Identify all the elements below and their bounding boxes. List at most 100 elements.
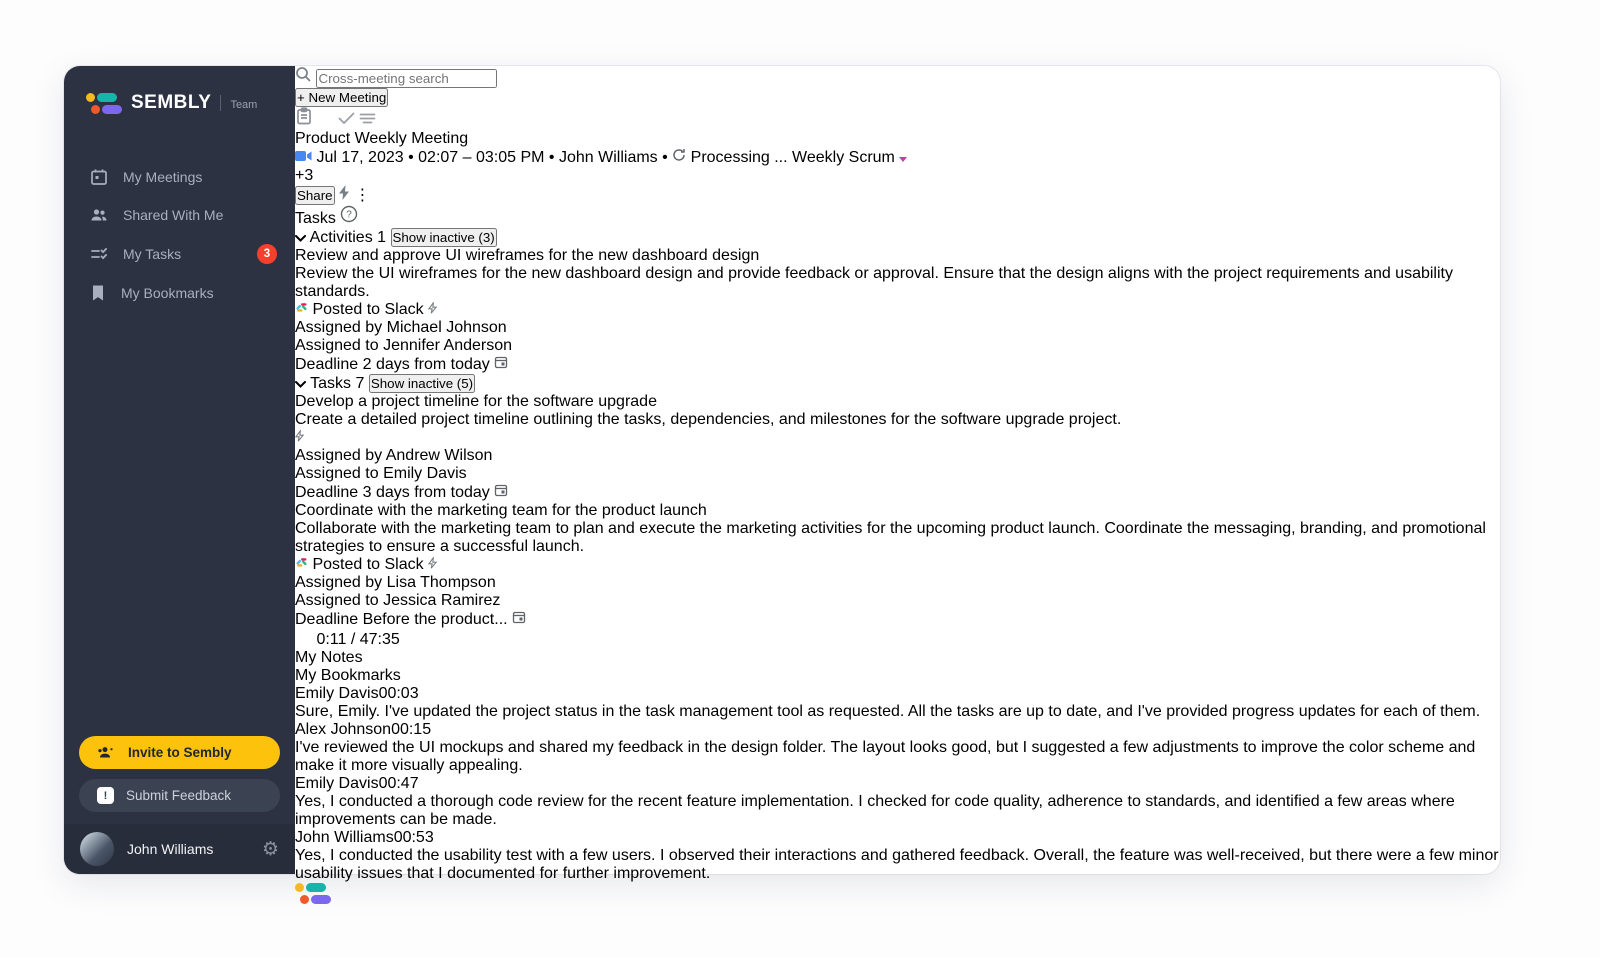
- tab-my-notes[interactable]: My Notes: [295, 649, 1500, 667]
- sidebar-item-label: My Meetings: [123, 169, 202, 185]
- topbar: + New Meeting: [295, 66, 1500, 107]
- bookmark-item[interactable]: Alex Johnson00:15 I've reviewed the UI m…: [295, 721, 1500, 775]
- notes-panel: My Notes My Bookmarks Emily Davis00:03 S…: [295, 649, 1500, 883]
- comment-text: Yes, I conducted the usability test with…: [295, 847, 1500, 883]
- bookmark-item[interactable]: Emily Davis00:03 Sure, Emily. I've updat…: [295, 685, 1500, 721]
- commenter-name: Alex Johnson: [295, 721, 391, 738]
- help-icon[interactable]: ?: [340, 205, 358, 223]
- meeting-toolbar: [295, 107, 1500, 130]
- assigned-by-name: Michael Johnson: [387, 319, 507, 336]
- user-name: John Williams: [127, 841, 213, 857]
- sidebar-item-my-tasks[interactable]: My Tasks 3: [64, 234, 295, 274]
- invite-label: Invite to Sembly: [128, 745, 232, 760]
- user-account-row[interactable]: John Williams ⚙: [64, 824, 295, 874]
- more-options-button[interactable]: ⋮: [354, 187, 370, 204]
- automation-bolt-button[interactable]: [428, 301, 437, 318]
- search-icon: [295, 66, 312, 83]
- assigned-to-row: Assigned to Jennifer Anderson: [295, 337, 1500, 355]
- bookmark-item[interactable]: John Williams00:53 Yes, I conducted the …: [295, 829, 1500, 883]
- meeting-title: Product Weekly Meeting: [295, 130, 1500, 148]
- search-bar[interactable]: [295, 66, 1500, 88]
- posted-to-slack-badge[interactable]: Posted to Slack: [295, 301, 428, 318]
- participants-avatar-stack[interactable]: +3: [295, 167, 1500, 185]
- chevron-down-icon[interactable]: [295, 375, 310, 392]
- sembly-logo-icon: [295, 883, 1500, 904]
- bookmark-item[interactable]: Emily Davis00:47 Yes, I conducted a thor…: [295, 775, 1500, 829]
- deadline-value: 3 days from today: [363, 484, 490, 501]
- task-list-icon: [90, 245, 108, 263]
- download-button[interactable]: [404, 631, 419, 648]
- automation-bolt-button[interactable]: [295, 429, 304, 446]
- new-meeting-button[interactable]: + New Meeting: [295, 88, 388, 107]
- activity-title: Review and approve UI wireframes for the…: [295, 247, 1500, 265]
- activity-footer: Posted to Slack: [295, 301, 1500, 319]
- posted-to-slack-badge[interactable]: Posted to Slack: [295, 556, 428, 573]
- activities-title: Activities: [310, 229, 373, 246]
- show-inactive-tasks-button[interactable]: Show inactive (5): [369, 374, 475, 393]
- brand-divider: [220, 95, 221, 111]
- share-button[interactable]: Share: [295, 186, 335, 205]
- sidebar-item-shared-with-me[interactable]: Shared With Me: [64, 196, 295, 234]
- automations-button[interactable]: [339, 187, 354, 204]
- activities-count-badge: 1: [377, 229, 386, 246]
- brand-logo: SEMBLY Team: [64, 66, 295, 114]
- page-title-row: Tasks ?: [295, 205, 1500, 228]
- deadline-label: Deadline: [295, 356, 358, 373]
- tasks-view-button[interactable]: [317, 112, 337, 129]
- sidebar-item-label: Shared With Me: [123, 207, 223, 223]
- task-title: Coordinate with the marketing team for t…: [295, 502, 1500, 520]
- brand-suffix: Team: [230, 99, 257, 111]
- video-camera-icon: [295, 150, 312, 162]
- meeting-date: Jul 17, 2023: [316, 149, 403, 166]
- sidebar-item-my-meetings[interactable]: My Meetings: [64, 158, 295, 196]
- sync-icon[interactable]: [672, 148, 686, 162]
- processing-status-badge: Processing ...: [691, 149, 788, 166]
- new-meeting-label: New Meeting: [309, 90, 387, 105]
- meeting-label-dropdown[interactable]: Weekly Scrum: [792, 149, 907, 166]
- slack-icon: [295, 556, 308, 569]
- automation-bolt-button[interactable]: [428, 556, 437, 573]
- comment-text: I've reviewed the UI mockups and shared …: [295, 739, 1500, 775]
- gear-icon[interactable]: ⚙: [262, 840, 279, 859]
- assigned-to-row: Assigned to Emily Davis: [295, 465, 1500, 483]
- activity-description: Review the UI wireframes for the new das…: [295, 265, 1500, 301]
- search-input[interactable]: [316, 69, 497, 88]
- tasks-header: Tasks 7 Show inactive (5): [295, 374, 1500, 393]
- commenter-name: Emily Davis: [295, 685, 379, 702]
- tab-my-bookmarks[interactable]: My Bookmarks: [295, 667, 1500, 685]
- transcript-lines-icon[interactable]: [359, 112, 376, 129]
- sembly-corner-logo[interactable]: [295, 883, 1500, 904]
- task-description: Collaborate with the marketing team to p…: [295, 520, 1500, 556]
- submit-feedback-button[interactable]: ! Submit Feedback: [79, 779, 280, 812]
- chevron-down-icon[interactable]: [295, 229, 310, 246]
- invite-to-sembly-button[interactable]: Invite to Sembly: [79, 736, 280, 769]
- chevron-down-icon: [899, 157, 907, 162]
- more-participants-badge: +3: [295, 167, 313, 184]
- sidebar-item-my-bookmarks[interactable]: My Bookmarks: [64, 274, 295, 312]
- notes-tabs: My Notes My Bookmarks: [295, 649, 1500, 685]
- slack-icon: [295, 301, 308, 314]
- bookmarks-list: Emily Davis00:03 Sure, Emily. I've updat…: [295, 685, 1500, 883]
- meeting-time: 02:07 – 03:05 PM: [418, 149, 544, 166]
- assigned-to-row: Assigned to Jessica Ramirez: [295, 592, 1500, 610]
- assigned-by-label: Assigned by: [295, 574, 382, 591]
- deadline-value: 2 days from today: [363, 356, 490, 373]
- task-footer: Posted to Slack: [295, 556, 1500, 574]
- download-icon: [404, 629, 419, 644]
- clipboard-icon[interactable]: [295, 112, 317, 129]
- comment-timestamp: 00:03: [379, 685, 419, 702]
- comment-timestamp: 00:47: [379, 775, 419, 792]
- assigned-by-row: Assigned by Andrew Wilson: [295, 447, 1500, 465]
- sidebar: SEMBLY Team My Meetings Shared With Me M…: [64, 66, 295, 874]
- show-inactive-activities-button[interactable]: Show inactive (3): [391, 228, 497, 247]
- sidebar-menu: My Meetings Shared With Me My Tasks 3 My…: [64, 158, 295, 312]
- check-icon[interactable]: [338, 112, 359, 129]
- deadline-row: Deadline 2 days from today: [295, 355, 1500, 374]
- assigned-to-label: Assigned to: [295, 465, 379, 482]
- comment-timestamp: 00:53: [394, 829, 434, 846]
- invite-people-icon: [97, 745, 116, 760]
- activities-section: Activities 1 Show inactive (3) Review an…: [295, 228, 1500, 374]
- assigned-by-label: Assigned by: [295, 319, 382, 336]
- tab-label: My Bookmarks: [295, 667, 401, 684]
- volume-button[interactable]: [295, 631, 316, 648]
